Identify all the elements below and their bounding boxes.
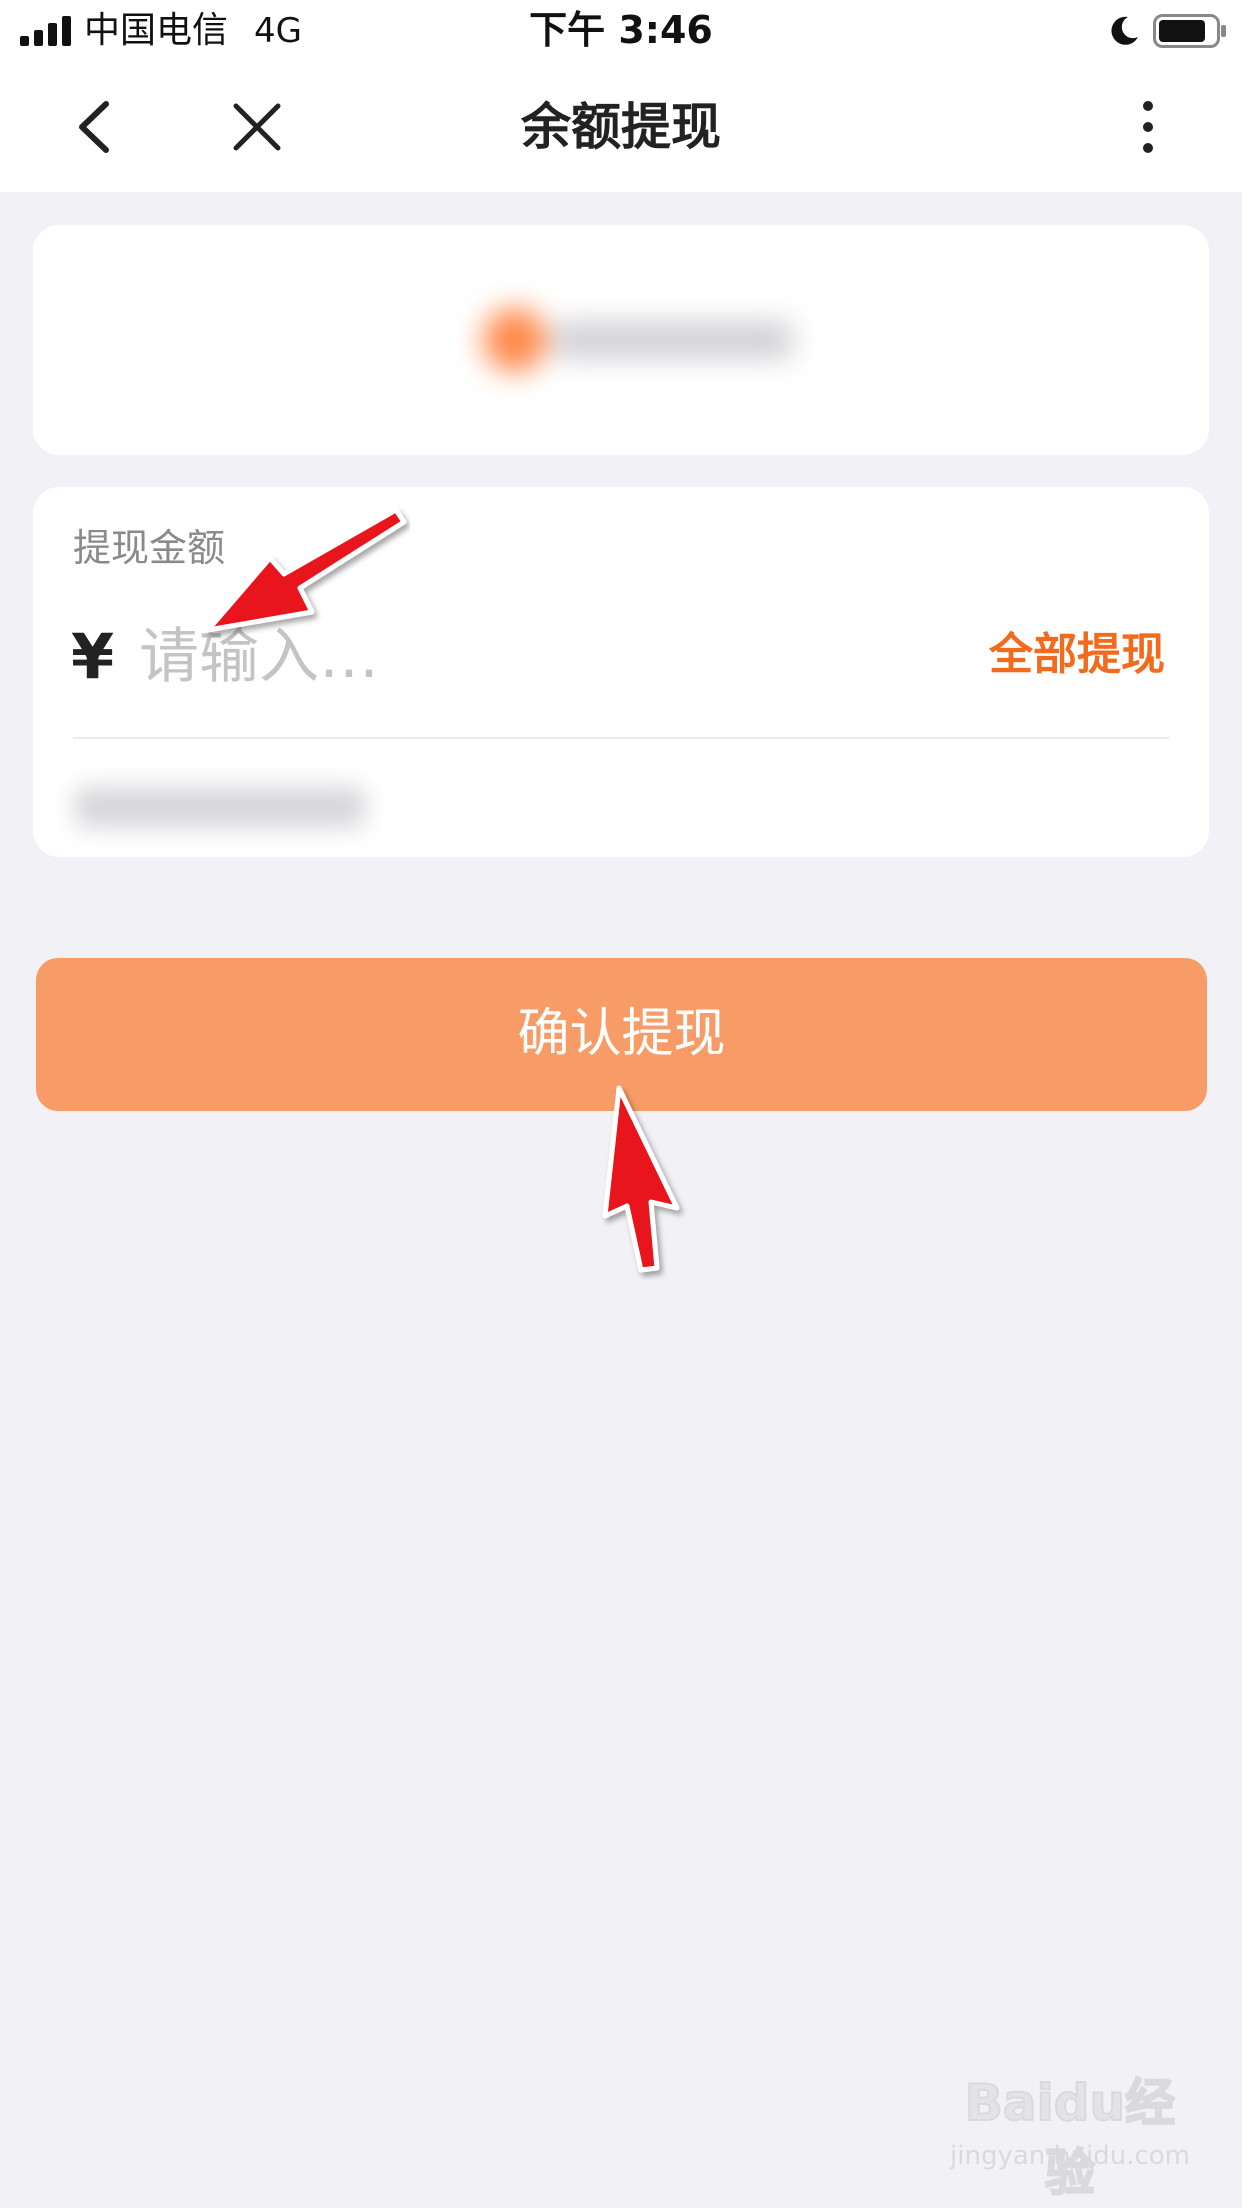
divider bbox=[73, 737, 1169, 739]
do-not-disturb-moon-icon bbox=[1111, 16, 1138, 45]
account-name-placeholder bbox=[553, 322, 793, 358]
withdraw-account-card[interactable] bbox=[33, 225, 1209, 455]
baidu-jingyan-watermark: Baidu经验 jingyan.baidu.com bbox=[950, 2068, 1190, 2203]
blurred-balance-info bbox=[45, 757, 435, 857]
watermark-url: jingyan.baidu.com bbox=[950, 2141, 1190, 2171]
currency-symbol: ¥ bbox=[71, 620, 115, 693]
page-title: 余额提现 bbox=[521, 98, 721, 156]
navigation-bar: 余额提现 bbox=[0, 62, 1242, 192]
status-bar: 中国电信 4G 下午 3:46 bbox=[0, 0, 1242, 62]
annotation-arrow-icon bbox=[602, 1085, 680, 1273]
balance-text-placeholder bbox=[75, 787, 365, 827]
withdraw-all-button[interactable]: 全部提现 bbox=[989, 625, 1165, 685]
annotation-arrow-icon bbox=[205, 507, 407, 633]
blurred-account-info bbox=[443, 300, 833, 380]
status-time: 下午 3:46 bbox=[529, 8, 713, 52]
more-vertical-icon[interactable] bbox=[1128, 92, 1168, 162]
battery-icon bbox=[1153, 14, 1226, 48]
withdraw-page: 中国电信 4G 下午 3:46 余额提现 提现金额 ¥ 请输入… 全部提现 确认… bbox=[0, 0, 1242, 2208]
account-avatar bbox=[483, 308, 547, 372]
